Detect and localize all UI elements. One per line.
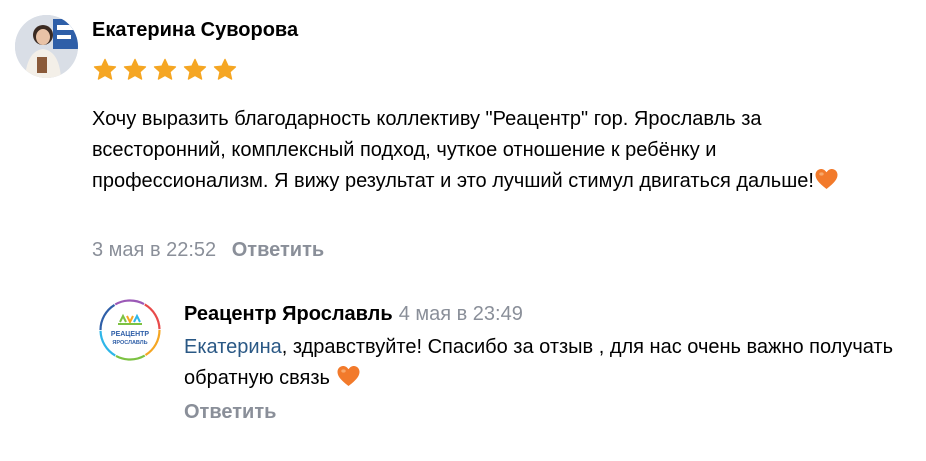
rating-stars [92, 57, 238, 83]
reply-text: Екатерина, здравствуйте! Спасибо за отзы… [184, 332, 914, 394]
reply-text-body: , здравствуйте! Спасибо за отзыв , для н… [184, 336, 894, 389]
reply-comment: РЕАЦЕНТР ЯРОСЛАВЛЬ Реацентр Ярославль 4 м… [0, 290, 926, 460]
reply-button[interactable]: Ответить [184, 401, 276, 424]
star-icon [123, 58, 147, 80]
review-text: Хочу выразить благодарность коллективу "… [92, 104, 892, 197]
mention-link[interactable]: Екатерина [184, 336, 282, 358]
organization-avatar[interactable]: РЕАЦЕНТР ЯРОСЛАВЛЬ [98, 298, 162, 362]
star-icon [183, 58, 207, 80]
reply-date[interactable]: 4 мая в 23:49 [399, 303, 523, 325]
review-date[interactable]: 3 мая в 22:52 [92, 239, 216, 261]
star-icon [153, 58, 177, 80]
logo-text-line2: ЯРОСЛАВЛЬ [112, 340, 147, 346]
logo-text-line1: РЕАЦЕНТР [111, 331, 150, 338]
reply-header: Реацентр Ярославль 4 мая в 23:49 [184, 303, 523, 326]
star-icon [93, 58, 117, 80]
review-meta: 3 мая в 22:52 Ответить [92, 239, 324, 262]
orange-heart-icon [815, 169, 838, 189]
star-icon [213, 58, 237, 80]
review-text-body: Хочу выразить благодарность коллективу "… [92, 108, 814, 192]
review-card: Екатерина Суворова Хочу выразить благода… [0, 0, 926, 461]
orange-heart-icon [337, 366, 360, 386]
reply-button[interactable]: Ответить [232, 239, 324, 261]
reply-author-name[interactable]: Реацентр Ярославль [184, 303, 393, 325]
review-author-name[interactable]: Екатерина Суворова [92, 19, 298, 42]
user-avatar[interactable] [15, 15, 78, 78]
